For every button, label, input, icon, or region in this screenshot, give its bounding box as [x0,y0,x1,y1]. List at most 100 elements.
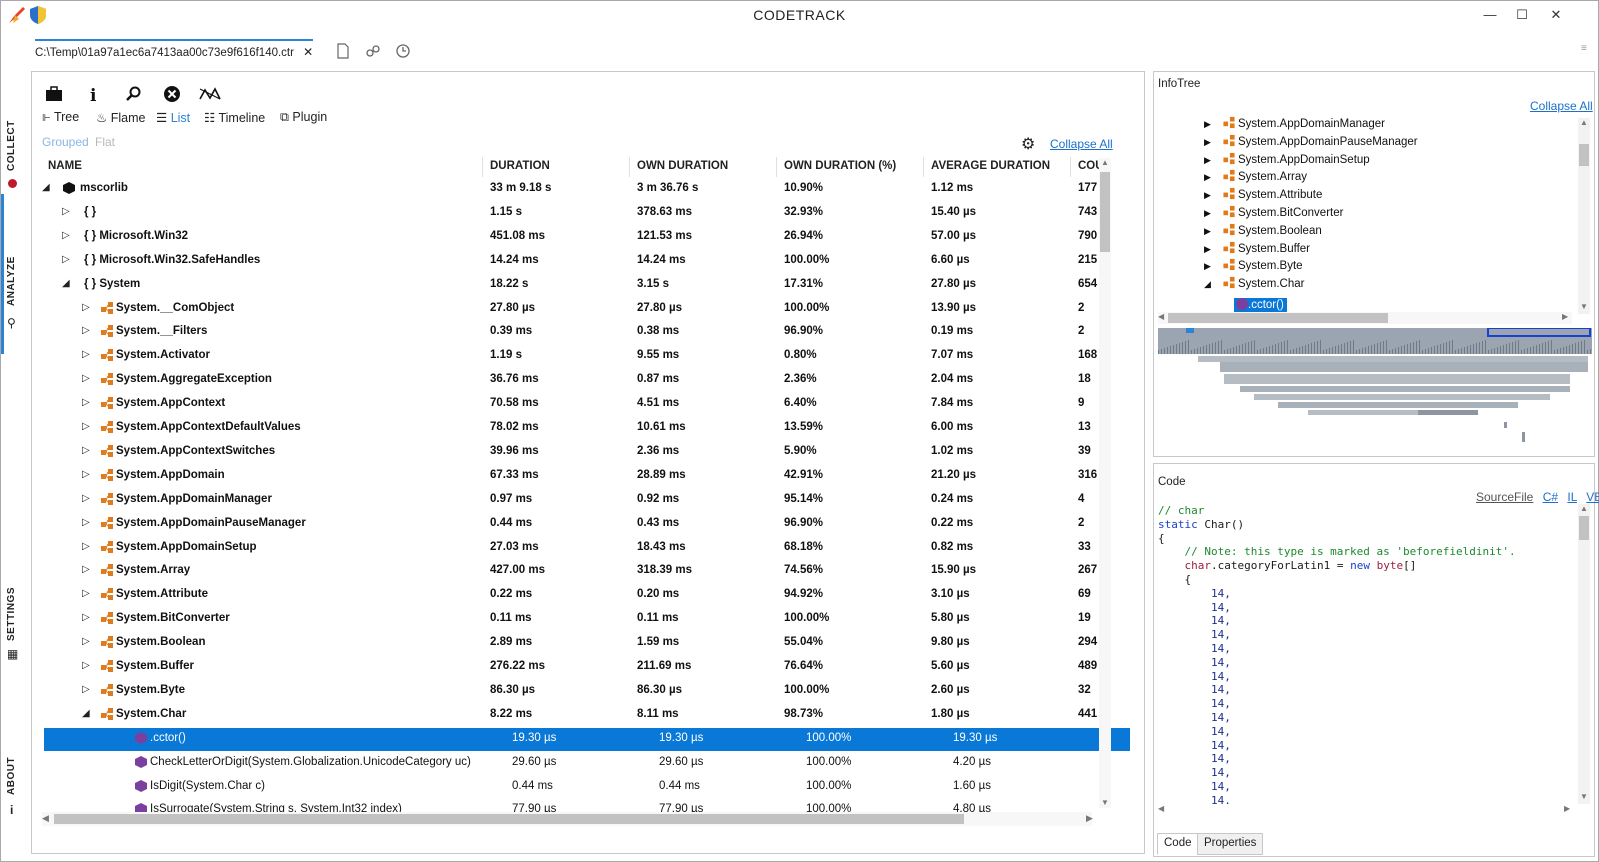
infotree-node[interactable]: ▶ System.Buffer [1204,241,1310,259]
sidebar-tab-about[interactable]: ABOUT i [1,729,25,829]
infotree-node[interactable]: ▶ System.AppDomainManager [1204,116,1385,134]
col-divider[interactable] [629,157,630,177]
infotree-collapse-all-link[interactable]: Collapse All [1530,99,1593,113]
col-duration[interactable]: DURATION [490,160,550,172]
search-toolbar-icon[interactable] [125,86,141,102]
infotree-horizontal-scrollbar[interactable]: ◀ ▶ [1158,312,1572,324]
history-icon[interactable] [395,43,411,59]
file-tab-close-icon[interactable]: ✕ [303,45,313,59]
table-row[interactable]: ▷{ } 1.15 s 378.63 ms 32.93% 15.40 µs 743 [44,202,1130,225]
info-toolbar-icon[interactable]: i [90,86,96,106]
expanded-arrow-icon[interactable]: ◢ [62,278,70,289]
table-vertical-scrollbar[interactable]: ▲ ▼ [1099,158,1111,808]
collapsed-arrow-icon[interactable]: ▶ [1204,244,1218,255]
file-tab[interactable]: C:\Temp\01a97a1ec6a7413aa00c73e9f616f140… [35,39,314,63]
table-row[interactable]: ▷ System.__ComObject 27.80 µs 27.80 µs 100.0… [44,298,1130,321]
view-plugin-button[interactable]: ⧉ Plugin [280,110,327,125]
collapsed-arrow-icon[interactable]: ▷ [82,421,90,432]
collapsed-arrow-icon[interactable]: ▷ [82,612,90,623]
scroll-up-icon[interactable]: ▲ [1580,504,1588,513]
table-row[interactable]: ◢ mscorlib 33 m 9.18 s 3 m 36.76 s 10.90% 1.1… [42,178,1130,201]
collapsed-arrow-icon[interactable]: ▶ [1204,172,1218,183]
infotree-node[interactable]: ▶ System.Byte [1204,258,1303,276]
code-horizontal-scrollbar[interactable]: ◀ ▶ [1158,804,1576,816]
collapsed-arrow-icon[interactable]: ▷ [82,397,90,408]
scroll-down-icon[interactable]: ▼ [1580,792,1588,801]
collapsed-arrow-icon[interactable]: ▶ [1204,119,1218,130]
table-row[interactable]: ◢{ } System 18.22 s 3.15 s 17.31% 27.80 µs 65… [44,274,1130,297]
view-timeline-button[interactable]: ☷ Timeline [204,110,265,125]
collapse-all-link[interactable]: Collapse All [1050,137,1113,151]
table-hscroll-thumb[interactable] [54,814,964,824]
filter-graph-icon[interactable] [199,86,221,102]
table-row[interactable]: ▷ System.AppDomainPauseManager 0.44 ms 0.43… [44,513,1130,536]
il-link[interactable]: IL [1567,490,1577,504]
table-row[interactable]: ◢ System.Char 8.22 ms 8.11 ms 98.73% 1.80 µs 4… [44,704,1130,727]
view-list-button[interactable]: ☰ List [156,110,190,125]
maximize-button[interactable]: ☐ [1507,3,1537,27]
collapsed-arrow-icon[interactable]: ▷ [82,302,90,313]
collapsed-arrow-icon[interactable]: ▷ [82,469,90,480]
table-row[interactable]: ▷ System.AppDomainSetup 27.03 ms 18.43 ms 68… [44,537,1130,560]
vb-link[interactable]: VB [1586,490,1599,504]
tab-code[interactable]: Code [1157,833,1199,855]
tab-properties[interactable]: Properties [1197,833,1264,855]
scroll-left-icon[interactable]: ◀ [1158,312,1164,321]
collapsed-arrow-icon[interactable]: ▷ [82,588,90,599]
collapsed-arrow-icon[interactable]: ▷ [82,517,90,528]
collapsed-arrow-icon[interactable]: ▷ [82,325,90,336]
table-row[interactable]: ▷ { } Microsoft.Win32.SafeHandles 14.24 ms… [44,250,1130,273]
grouped-toggle[interactable]: Grouped [42,135,89,149]
flame-minimap[interactable] [1158,328,1592,448]
infotree-hscroll-thumb[interactable] [1168,313,1388,323]
infotree-vertical-scrollbar[interactable]: ▲ ▼ [1578,118,1590,314]
infotree-node[interactable]: ▶ System.Array [1204,169,1307,187]
csharp-link[interactable]: C# [1543,490,1558,504]
infotree-node[interactable]: ◢ System.Char [1204,276,1304,294]
code-vertical-scrollbar[interactable]: ▲ ▼ [1578,504,1590,804]
collapsed-arrow-icon[interactable]: ▶ [1204,155,1218,166]
sidebar-tab-analyze[interactable]: ANALYZE ⚲ [1,234,25,344]
sidebar-tab-settings[interactable]: SETTINGS ▦ [1,559,25,669]
document-icon[interactable] [336,43,350,59]
scroll-up-icon[interactable]: ▲ [1580,118,1588,127]
table-row[interactable]: ▷ System.AppDomainManager 0.97 ms 0.92 ms 95… [44,489,1130,512]
sourcefile-link[interactable]: SourceFile [1476,490,1533,504]
scroll-left-icon[interactable]: ◀ [42,813,49,824]
table-horizontal-scrollbar[interactable]: ◀ ▶ [42,812,1093,826]
sidebar-tab-collect[interactable]: COLLECT [1,79,25,189]
table-row[interactable]: ▷ System.AppDomain 67.33 ms 28.89 ms 42.91% 2… [44,465,1130,488]
collapsed-arrow-icon[interactable]: ▷ [62,230,70,241]
infotree-node[interactable]: ▶ System.BitConverter [1204,205,1343,223]
expanded-arrow-icon[interactable]: ◢ [82,708,90,719]
code-vscroll-thumb[interactable] [1579,516,1589,540]
view-flame-button[interactable]: ♨ Flame [96,110,145,125]
scroll-down-icon[interactable]: ▼ [1101,798,1109,807]
gear-icon[interactable]: ⚙ [1021,134,1035,154]
infotree-node[interactable]: ▶ System.AppDomainPauseManager [1204,134,1418,152]
table-row[interactable]: ▷ System.BitConverter 0.11 ms 0.11 ms 100.00… [44,608,1130,631]
collapsed-arrow-icon[interactable]: ▷ [82,493,90,504]
collapsed-arrow-icon[interactable]: ▷ [82,445,90,456]
link-icon[interactable] [365,44,381,58]
table-row[interactable]: ▷ System.__Filters 0.39 ms 0.38 ms 96.90% 0.1… [44,321,1130,344]
flat-toggle[interactable]: Flat [95,135,115,149]
collapsed-arrow-icon[interactable]: ▶ [1204,190,1218,201]
scroll-right-icon[interactable]: ▶ [1564,804,1570,813]
collapsed-arrow-icon[interactable]: ▷ [82,660,90,671]
collapsed-arrow-icon[interactable]: ▶ [1204,226,1218,237]
clear-icon[interactable] [163,85,181,103]
table-row[interactable]: ▷ System.Buffer 276.22 ms 211.69 ms 76.64% 5.… [44,656,1130,679]
collapsed-arrow-icon[interactable]: ▶ [1204,261,1218,272]
table-row[interactable]: IsDigit(System.Char c) 0.44 ms 0.44 ms 100.… [44,776,1130,799]
scroll-left-icon[interactable]: ◀ [1158,804,1164,813]
table-row[interactable]: ▷ System.Attribute 0.22 ms 0.20 ms 94.92% 3.1… [44,584,1130,607]
collapsed-arrow-icon[interactable]: ▷ [82,564,90,575]
col-name[interactable]: NAME [48,160,82,172]
collapsed-arrow-icon[interactable]: ▷ [62,254,70,265]
col-divider[interactable] [923,157,924,177]
collapsed-arrow-icon[interactable]: ▷ [82,684,90,695]
scroll-up-icon[interactable]: ▲ [1101,158,1109,167]
collapsed-arrow-icon[interactable]: ▷ [62,206,70,217]
table-row[interactable]: ▷ System.AppContextDefaultValues 78.02 ms 1… [44,417,1130,440]
